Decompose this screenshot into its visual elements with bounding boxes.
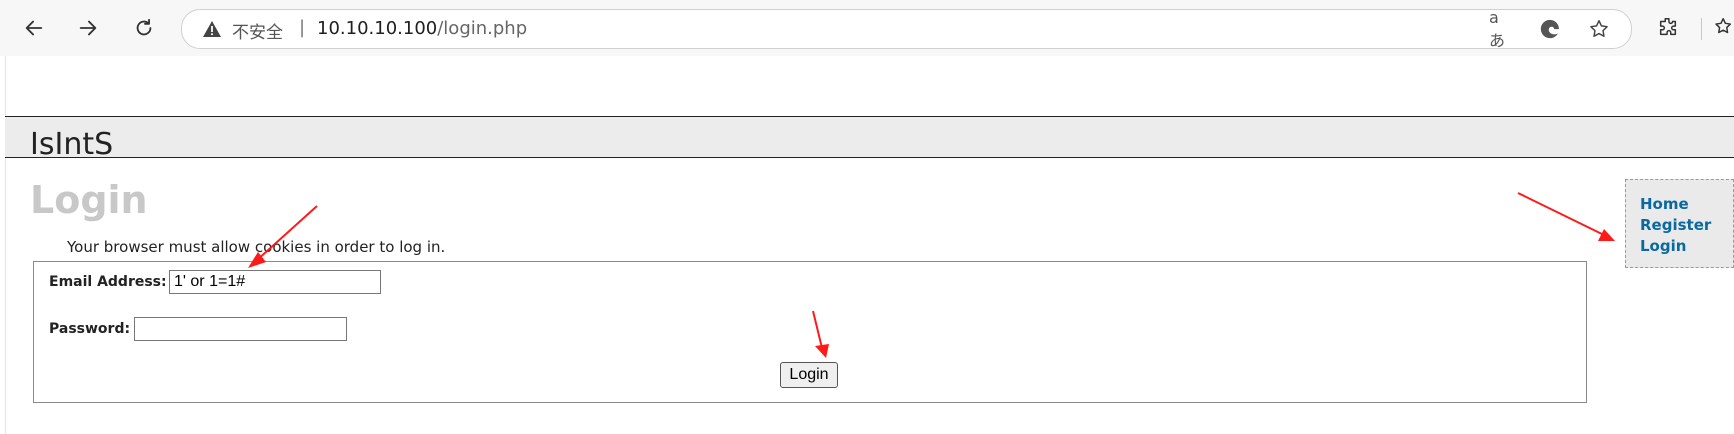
side-nav-login[interactable]: Login	[1640, 237, 1686, 255]
cookie-note: Your browser must allow cookies in order…	[67, 238, 446, 256]
favorites-icon[interactable]	[1712, 14, 1734, 40]
url-path: /login.php	[437, 18, 528, 39]
login-button[interactable]: Login	[780, 362, 838, 388]
side-nav: Home Register Login	[1625, 179, 1734, 268]
read-aloud-icon[interactable]: aあ	[1489, 8, 1513, 50]
site-title: IsIntS	[30, 127, 114, 162]
address-separator: |	[299, 17, 306, 38]
url-text[interactable]: 10.10.10.100/login.php	[317, 18, 527, 39]
toolbar-divider	[1701, 18, 1702, 40]
back-arrow-icon[interactable]	[16, 10, 52, 46]
edge-icon[interactable]	[1538, 17, 1562, 41]
star-icon[interactable]	[1587, 17, 1611, 41]
password-field[interactable]	[134, 317, 347, 341]
page-title: Login	[30, 178, 148, 222]
side-nav-register[interactable]: Register	[1640, 216, 1711, 234]
side-nav-home[interactable]: Home	[1640, 195, 1689, 213]
warning-icon[interactable]	[202, 19, 222, 39]
browser-toolbar: 不安全 | 10.10.10.100/login.php aあ	[0, 0, 1734, 56]
password-label: Password:	[49, 321, 131, 337]
email-label: Email Address:	[49, 274, 167, 290]
address-bar[interactable]: 不安全 | 10.10.10.100/login.php aあ	[181, 8, 1632, 50]
reload-icon[interactable]	[126, 10, 162, 46]
extensions-icon[interactable]	[1655, 14, 1681, 40]
site-header-band	[5, 116, 1734, 158]
url-host: 10.10.10.100	[317, 18, 438, 39]
email-field[interactable]	[169, 270, 381, 294]
forward-arrow-icon[interactable]	[70, 10, 106, 46]
insecure-label[interactable]: 不安全	[232, 18, 283, 43]
